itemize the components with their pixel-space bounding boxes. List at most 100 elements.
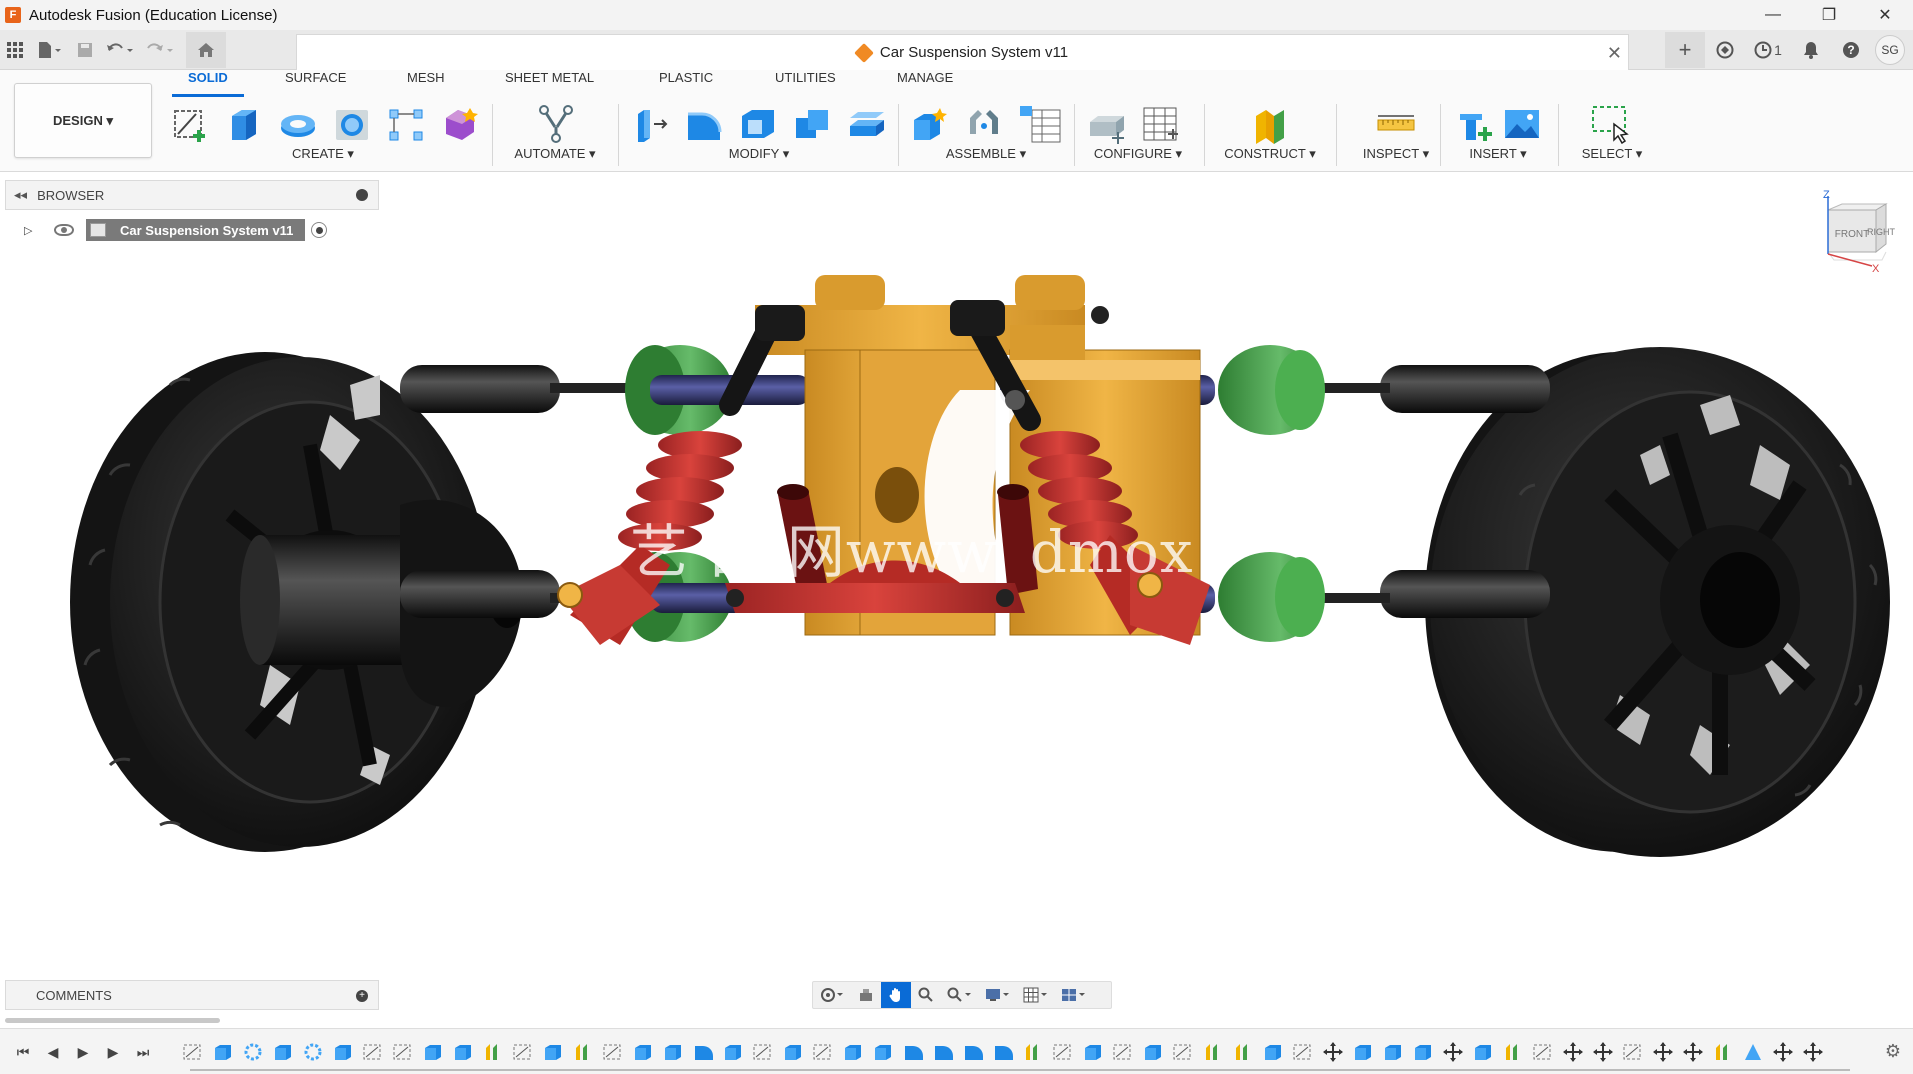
undo-icon[interactable]: [100, 35, 140, 65]
close-window-button[interactable]: ✕: [1857, 0, 1913, 30]
measure-icon[interactable]: [1376, 104, 1416, 144]
timeline-feature[interactable]: [1738, 1039, 1768, 1065]
timeline-feature[interactable]: [1588, 1039, 1618, 1065]
timeline-feature[interactable]: [1678, 1039, 1708, 1065]
fit-zoom-icon[interactable]: [941, 982, 979, 1008]
shell-icon[interactable]: [738, 104, 778, 144]
timeline-feature[interactable]: [1408, 1039, 1438, 1065]
timeline-feature[interactable]: [1558, 1039, 1588, 1065]
new-tab-plus-icon[interactable]: +: [1665, 32, 1705, 68]
tab-sheet-metal[interactable]: SHEET METAL: [505, 70, 594, 85]
step-back-icon[interactable]: ◀: [38, 1041, 68, 1063]
timeline-feature[interactable]: [1528, 1039, 1558, 1065]
timeline-feature[interactable]: [1078, 1039, 1108, 1065]
notifications-bell-icon[interactable]: [1791, 32, 1831, 68]
create-sketch-icon[interactable]: [170, 104, 210, 144]
timeline-feature[interactable]: [388, 1039, 418, 1065]
configure-design-icon[interactable]: [1086, 104, 1126, 144]
timeline-scrollbar[interactable]: [5, 1018, 220, 1023]
save-icon[interactable]: [70, 35, 100, 65]
fillet-icon[interactable]: [684, 104, 724, 144]
user-avatar[interactable]: SG: [1875, 35, 1905, 65]
timeline-feature[interactable]: [898, 1039, 928, 1065]
configure-menu[interactable]: CONFIGURE ▾: [1080, 146, 1196, 162]
timeline-feature[interactable]: [598, 1039, 628, 1065]
tab-plastic[interactable]: PLASTIC: [659, 70, 713, 85]
modify-menu[interactable]: MODIFY ▾: [624, 146, 894, 162]
offset-face-icon[interactable]: [846, 104, 886, 144]
timeline-feature[interactable]: [658, 1039, 688, 1065]
create-menu[interactable]: CREATE ▾: [164, 146, 482, 162]
timeline-feature[interactable]: [1138, 1039, 1168, 1065]
browser-pin-icon[interactable]: [356, 189, 368, 201]
joint-icon[interactable]: [964, 104, 1004, 144]
tab-utilities[interactable]: UTILITIES: [775, 70, 836, 85]
configuration-table-icon[interactable]: [1140, 104, 1180, 144]
construct-menu[interactable]: CONSTRUCT ▾: [1210, 146, 1330, 162]
timeline-feature[interactable]: [1168, 1039, 1198, 1065]
tab-mesh[interactable]: MESH: [407, 70, 445, 85]
offset-plane-icon[interactable]: [1250, 104, 1290, 144]
timeline-feature[interactable]: [958, 1039, 988, 1065]
timeline-feature[interactable]: [538, 1039, 568, 1065]
step-forward-icon[interactable]: ▶: [98, 1041, 128, 1063]
timeline-feature[interactable]: [688, 1039, 718, 1065]
select-menu[interactable]: SELECT ▾: [1564, 146, 1660, 162]
timeline-feature[interactable]: [1228, 1039, 1258, 1065]
timeline-feature[interactable]: [1798, 1039, 1828, 1065]
tab-manage[interactable]: MANAGE: [897, 70, 953, 85]
automate-menu[interactable]: AUTOMATE ▾: [500, 146, 610, 162]
timeline-feature[interactable]: [358, 1039, 388, 1065]
assemble-menu[interactable]: ASSEMBLE ▾: [904, 146, 1068, 162]
timeline-feature[interactable]: [1708, 1039, 1738, 1065]
timeline-feature[interactable]: [1768, 1039, 1798, 1065]
root-component-item[interactable]: Car Suspension System v11: [86, 219, 306, 241]
viewcube-front-label[interactable]: FRONT: [1835, 229, 1869, 240]
revolve-icon[interactable]: [278, 104, 318, 144]
extensions-icon[interactable]: [1705, 32, 1745, 68]
browser-tree-root[interactable]: ▷ Car Suspension System v11: [24, 218, 328, 242]
timeline-feature[interactable]: [1348, 1039, 1378, 1065]
timeline-feature[interactable]: [1498, 1039, 1528, 1065]
timeline-feature[interactable]: [1468, 1039, 1498, 1065]
job-status[interactable]: 1: [1745, 32, 1791, 68]
timeline-feature[interactable]: [328, 1039, 358, 1065]
insert-canvas-icon[interactable]: [1502, 104, 1542, 144]
collapse-panel-icon[interactable]: ◂◂: [14, 187, 27, 203]
timeline-feature[interactable]: [1198, 1039, 1228, 1065]
viewcube[interactable]: FRONT RIGHT Z X: [1818, 190, 1898, 272]
timeline-feature[interactable]: [628, 1039, 658, 1065]
file-menu-icon[interactable]: [30, 35, 70, 65]
timeline-feature[interactable]: [1258, 1039, 1288, 1065]
timeline-feature[interactable]: [868, 1039, 898, 1065]
look-at-icon[interactable]: [851, 982, 881, 1008]
timeline-feature[interactable]: [718, 1039, 748, 1065]
timeline-feature[interactable]: [268, 1039, 298, 1065]
visibility-eye-icon[interactable]: [54, 224, 74, 236]
workspace-switcher[interactable]: DESIGN ▾: [14, 83, 152, 158]
insert-derive-icon[interactable]: [1454, 104, 1494, 144]
zoom-icon[interactable]: [911, 982, 941, 1008]
timeline-feature[interactable]: [1318, 1039, 1348, 1065]
timeline-feature[interactable]: [988, 1039, 1018, 1065]
timeline-feature[interactable]: [568, 1039, 598, 1065]
viewports-icon[interactable]: [1055, 982, 1093, 1008]
timeline-feature[interactable]: [478, 1039, 508, 1065]
hole-icon[interactable]: [332, 104, 372, 144]
timeline-feature[interactable]: [778, 1039, 808, 1065]
extrude-icon[interactable]: [224, 104, 264, 144]
minimize-button[interactable]: —: [1745, 0, 1801, 30]
timeline-feature[interactable]: [808, 1039, 838, 1065]
expand-arrow-icon[interactable]: ▷: [24, 224, 40, 237]
go-to-start-icon[interactable]: ⏮: [8, 1041, 38, 1063]
play-icon[interactable]: ▶: [68, 1041, 98, 1063]
data-panel-grid-icon[interactable]: [0, 35, 30, 65]
go-to-end-icon[interactable]: ⏭: [128, 1041, 158, 1063]
timeline-feature[interactable]: [238, 1039, 268, 1065]
press-pull-icon[interactable]: [630, 104, 670, 144]
activate-radio[interactable]: [311, 222, 328, 238]
timeline-feature[interactable]: [1648, 1039, 1678, 1065]
bill-of-materials-icon[interactable]: [1018, 104, 1062, 144]
timeline-feature[interactable]: [1108, 1039, 1138, 1065]
timeline-feature[interactable]: [1438, 1039, 1468, 1065]
